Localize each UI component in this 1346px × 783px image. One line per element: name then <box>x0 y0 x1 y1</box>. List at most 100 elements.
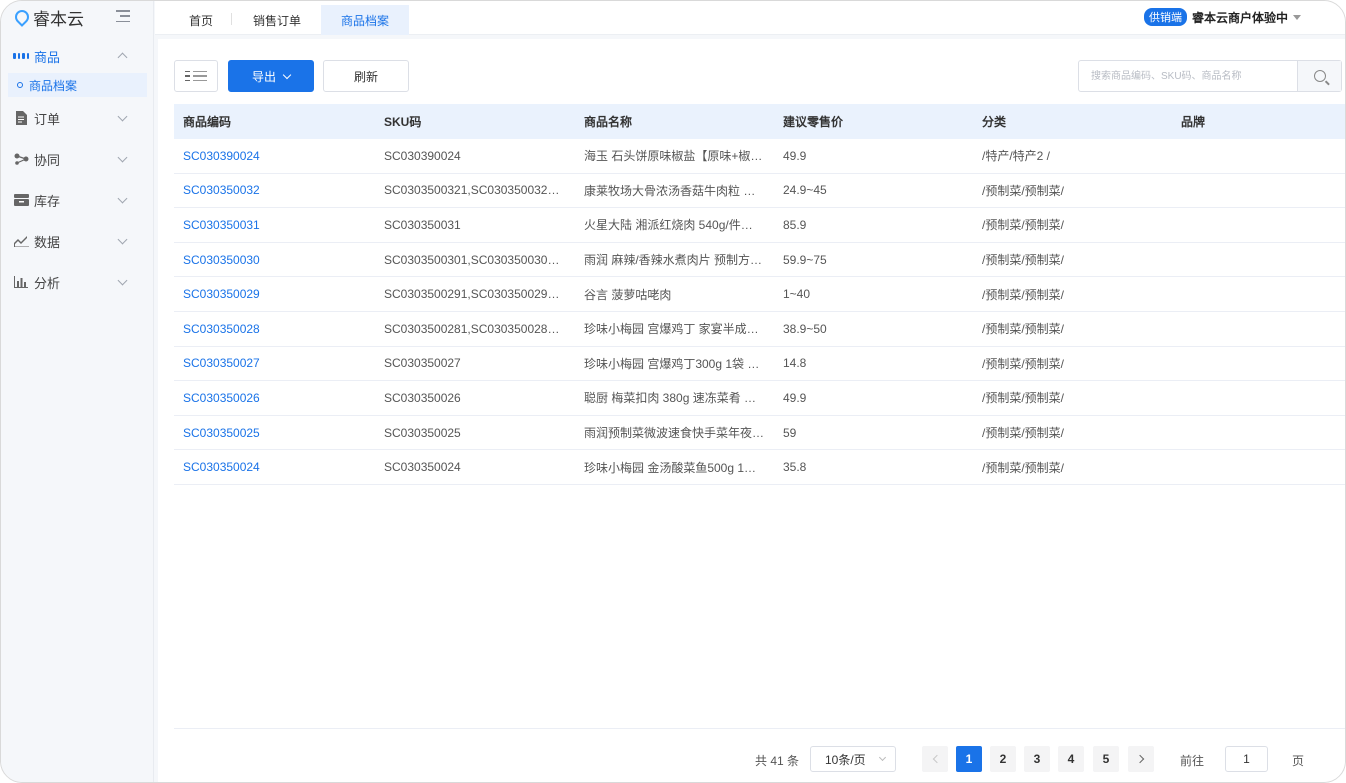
sidebar-item-label: 协同 <box>34 152 61 168</box>
page-size-select[interactable]: 10条/页 <box>810 746 896 772</box>
tab-home[interactable]: 首页 <box>169 5 233 35</box>
logo: 睿本云 <box>12 7 84 29</box>
logo-text: 睿本云 <box>33 9 84 29</box>
cell-goods-code[interactable]: SC030350027 <box>174 356 375 370</box>
pagination: 共 41 条 10条/页 1 2 3 4 5 前往 页 <box>158 746 1345 772</box>
column-settings-button[interactable] <box>174 60 218 92</box>
cell-goods-code[interactable]: SC030350026 <box>174 391 375 405</box>
cell-sku-code: SC0303500301,SC030350030… <box>384 252 560 267</box>
cell-goods-name: 康莱牧场大骨浓汤香菇牛肉粒 … <box>584 183 756 198</box>
role-badge: 供销端 <box>1143 8 1187 26</box>
cell-goods-name: 珍味小梅园 宫爆鸡丁 家宴半成… <box>584 322 759 337</box>
chevron-down-icon <box>117 234 128 245</box>
search-button[interactable] <box>1297 61 1341 91</box>
column-header: 建议零售价 <box>783 115 844 129</box>
chevron-right-icon <box>1135 754 1144 764</box>
prev-page-button[interactable] <box>922 746 948 772</box>
cell-category: /预制菜/预制菜/ <box>982 287 1065 302</box>
chevron-up-icon <box>117 52 128 63</box>
sidebar-item-orders[interactable]: 订单 <box>1 101 154 135</box>
page-size-value: 10条/页 <box>825 752 866 767</box>
refresh-button[interactable]: 刷新 <box>323 60 409 92</box>
cell-retail-price: 38.9~50 <box>783 321 827 336</box>
cell-goods-code[interactable]: SC030350025 <box>174 426 375 440</box>
page-button-5[interactable]: 5 <box>1093 746 1119 772</box>
cell-sku-code: SC030350031 <box>384 217 461 232</box>
tab-label: 商品档案 <box>341 13 390 28</box>
page-button-4[interactable]: 4 <box>1058 746 1084 772</box>
sidebar-item-data[interactable]: 数据 <box>1 224 154 258</box>
table-row[interactable]: SC030350024 SC030350024 珍味小梅园 金汤酸菜鱼500g 1…… <box>174 450 1345 485</box>
cell-retail-price: 59.9~75 <box>783 252 827 267</box>
export-button[interactable]: 导出 <box>228 60 314 92</box>
cell-goods-code[interactable]: SC030350030 <box>174 253 375 267</box>
tab-goods-archive[interactable]: 商品档案 <box>321 5 410 35</box>
document-icon <box>13 111 29 125</box>
total-count: 共 41 条 <box>755 754 800 768</box>
search-icon <box>1313 70 1326 82</box>
cell-sku-code: SC0303500281,SC030350028… <box>384 321 560 336</box>
page-button-2[interactable]: 2 <box>990 746 1016 772</box>
tab-sales-orders[interactable]: 销售订单 <box>233 5 321 35</box>
sidebar-item-label: 库存 <box>34 193 61 209</box>
cell-retail-price: 1~40 <box>783 287 811 302</box>
chevron-down-icon <box>282 70 292 79</box>
page-suffix: 页 <box>1292 754 1305 768</box>
cell-goods-code[interactable]: SC030390024 <box>174 149 375 163</box>
sidebar-item-collaboration[interactable]: 协同 <box>1 142 154 176</box>
column-header: 商品名称 <box>584 115 633 129</box>
sidebar-item-inventory[interactable]: 库存 <box>1 183 154 217</box>
table-row[interactable]: SC030390024 SC030390024 海玉 石头饼原味椒盐【原味+椒… 49… <box>174 139 1345 174</box>
export-button-label: 导出 <box>251 69 276 84</box>
sidebar-subitem-goods-archive[interactable]: 商品档案 <box>8 73 147 97</box>
page-number: 3 <box>1033 752 1041 766</box>
cell-retail-price: 24.9~45 <box>783 183 827 198</box>
table-row[interactable]: SC030350032 SC0303500321,SC030350032… 康莱牧场… <box>174 174 1345 209</box>
cell-sku-code: SC030390024 <box>384 148 461 163</box>
cell-category: /预制菜/预制菜/ <box>982 218 1065 233</box>
cell-category: /预制菜/预制菜/ <box>982 391 1065 406</box>
cell-sku-code: SC030350026 <box>384 390 461 405</box>
grid-icon <box>13 49 29 63</box>
circle-icon <box>17 82 23 88</box>
goto-page-input[interactable] <box>1225 746 1268 772</box>
list-icon <box>185 70 207 82</box>
cell-category: /预制菜/预制菜/ <box>982 460 1065 475</box>
cell-sku-code: SC030350024 <box>384 460 461 475</box>
tab-label: 首页 <box>189 13 214 28</box>
cell-goods-code[interactable]: SC030350031 <box>174 218 375 232</box>
warehouse-icon <box>13 193 29 207</box>
cell-goods-code[interactable]: SC030350029 <box>174 287 375 301</box>
tab-bar: 首页 销售订单 商品档案 供销端 睿本云商户体验中 <box>155 1 1345 35</box>
next-page-button[interactable] <box>1128 746 1154 772</box>
table-row[interactable]: SC030350028 SC0303500281,SC030350028… 珍味小梅… <box>174 312 1345 347</box>
bar-chart-icon <box>13 275 29 289</box>
table-row[interactable]: SC030350027 SC030350027 珍味小梅园 宫爆鸡丁300g 1袋 … <box>174 347 1345 382</box>
table-row[interactable]: SC030350031 SC030350031 火星大陆 湘派红烧肉 540g/件…… <box>174 208 1345 243</box>
page-button-1[interactable]: 1 <box>956 746 982 772</box>
cell-category: /预制菜/预制菜/ <box>982 426 1065 441</box>
cell-sku-code: SC030350027 <box>384 356 461 371</box>
sidebar-item-label: 分析 <box>34 275 61 291</box>
table-row[interactable]: SC030350025 SC030350025 雨润预制菜微波速食快手菜年夜… 59 /… <box>174 416 1345 451</box>
table-row[interactable]: SC030350026 SC030350026 聪厨 梅菜扣肉 380g 速冻菜肴 … <box>174 381 1345 416</box>
search-input[interactable] <box>1079 61 1297 91</box>
chevron-down-icon <box>117 152 128 163</box>
column-header: SKU码 <box>384 115 422 129</box>
table-body: SC030390024 SC030390024 海玉 石头饼原味椒盐【原味+椒… 49… <box>174 139 1345 485</box>
user-menu[interactable]: 供销端 睿本云商户体验中 <box>1143 8 1301 26</box>
table-row[interactable]: SC030350030 SC0303500301,SC030350030… 雨润 麻… <box>174 243 1345 278</box>
cell-goods-code[interactable]: SC030350028 <box>174 322 375 336</box>
table-row[interactable]: SC030350029 SC0303500291,SC030350029… 谷言 菠… <box>174 277 1345 312</box>
cell-retail-price: 85.9 <box>783 217 807 232</box>
sidebar-item-goods[interactable]: 商品 <box>1 39 154 73</box>
column-header: 分类 <box>982 115 1007 129</box>
menu-collapse-icon[interactable] <box>116 10 130 22</box>
page-button-3[interactable]: 3 <box>1024 746 1050 772</box>
cell-category: /预制菜/预制菜/ <box>982 322 1065 337</box>
cell-retail-price: 35.8 <box>783 460 807 475</box>
cell-goods-code[interactable]: SC030350024 <box>174 460 375 474</box>
cell-retail-price: 49.9 <box>783 390 807 405</box>
cell-goods-code[interactable]: SC030350032 <box>174 183 375 197</box>
sidebar-item-analysis[interactable]: 分析 <box>1 265 154 299</box>
